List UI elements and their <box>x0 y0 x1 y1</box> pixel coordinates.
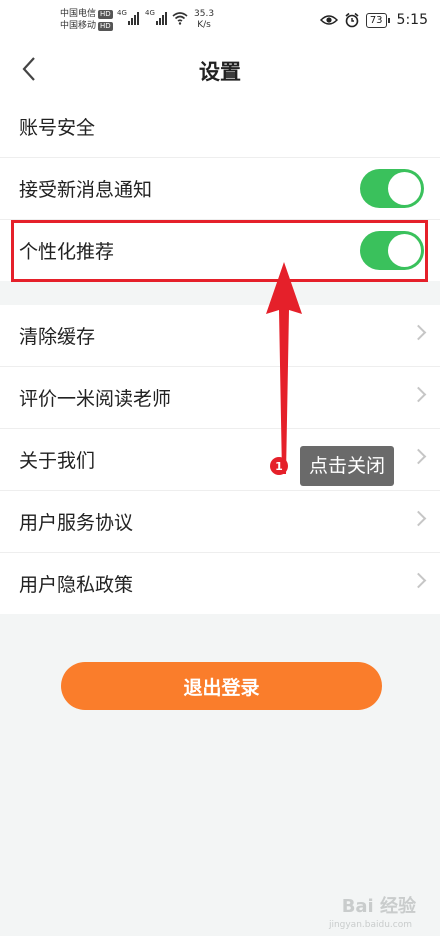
hd-badge: HD <box>98 22 113 31</box>
toggle-knob <box>388 234 421 267</box>
setting-service-agreement[interactable]: 用户服务协议 <box>0 491 440 553</box>
setting-clear-cache[interactable]: 清除缓存 <box>0 305 440 367</box>
watermark-logo: Bai 经验 <box>341 896 416 917</box>
arrow-up-icon <box>266 262 302 474</box>
setting-label: 清除缓存 <box>19 326 96 348</box>
setting-label: 账号安全 <box>19 117 96 139</box>
settings-group-account: 账号安全 接受新消息通知 个性化推荐 <box>0 96 440 281</box>
nav-bar: 设置 <box>0 42 440 98</box>
alarm-icon <box>345 12 359 28</box>
setting-label: 用户服务协议 <box>19 512 134 534</box>
chevron-right-icon <box>410 572 427 589</box>
logout-button[interactable]: 退出登录 <box>61 662 382 710</box>
network-type: 4G <box>117 9 127 17</box>
clock: 5:15 <box>396 12 428 28</box>
notifications-toggle[interactable] <box>360 169 424 208</box>
setting-label: 接受新消息通知 <box>19 179 153 201</box>
chevron-right-icon <box>410 386 427 403</box>
wifi-icon <box>172 12 188 25</box>
signal-icon <box>128 11 139 25</box>
setting-message-notifications: 接受新消息通知 <box>0 158 440 220</box>
toggle-knob <box>388 172 421 205</box>
personalized-recommendation-toggle[interactable] <box>360 231 424 270</box>
status-right: 73 5:15 <box>319 12 428 28</box>
carrier-info: 中国电信 HD 中国移动 HD <box>60 8 113 32</box>
carrier-1: 中国电信 <box>60 9 97 19</box>
chevron-right-icon <box>410 448 427 465</box>
setting-label: 关于我们 <box>19 450 96 472</box>
setting-account-security[interactable]: 账号安全 <box>0 96 440 158</box>
status-bar: 中国电信 HD 中国移动 HD 4G 4G 35.3 K/s 73 5:15 <box>0 0 440 42</box>
battery-indicator: 73 <box>365 12 390 28</box>
watermark-url: jingyan.baidu.com <box>328 920 412 930</box>
network-speed: 35.3 K/s <box>194 9 215 30</box>
page-title: 设置 <box>199 60 241 84</box>
setting-label: 评价一米阅读老师 <box>19 388 172 410</box>
signal-icon <box>156 11 167 25</box>
setting-label: 个性化推荐 <box>19 241 115 263</box>
chevron-right-icon <box>410 510 427 527</box>
setting-label: 用户隐私政策 <box>19 574 134 596</box>
chevron-right-icon <box>410 324 427 341</box>
setting-rate-teacher[interactable]: 评价一米阅读老师 <box>0 367 440 429</box>
eye-icon <box>319 15 338 25</box>
tip-label: 点击关闭 <box>300 446 395 486</box>
network-type: 4G <box>145 9 155 17</box>
carrier-2: 中国移动 <box>60 21 97 31</box>
tutorial-tip: 1 点击关闭 <box>270 446 395 486</box>
setting-privacy-policy[interactable]: 用户隐私政策 <box>0 553 440 614</box>
setting-personalized-recommendation: 个性化推荐 <box>0 220 440 281</box>
step-number-badge: 1 <box>270 457 288 475</box>
hd-badge: HD <box>98 10 113 19</box>
